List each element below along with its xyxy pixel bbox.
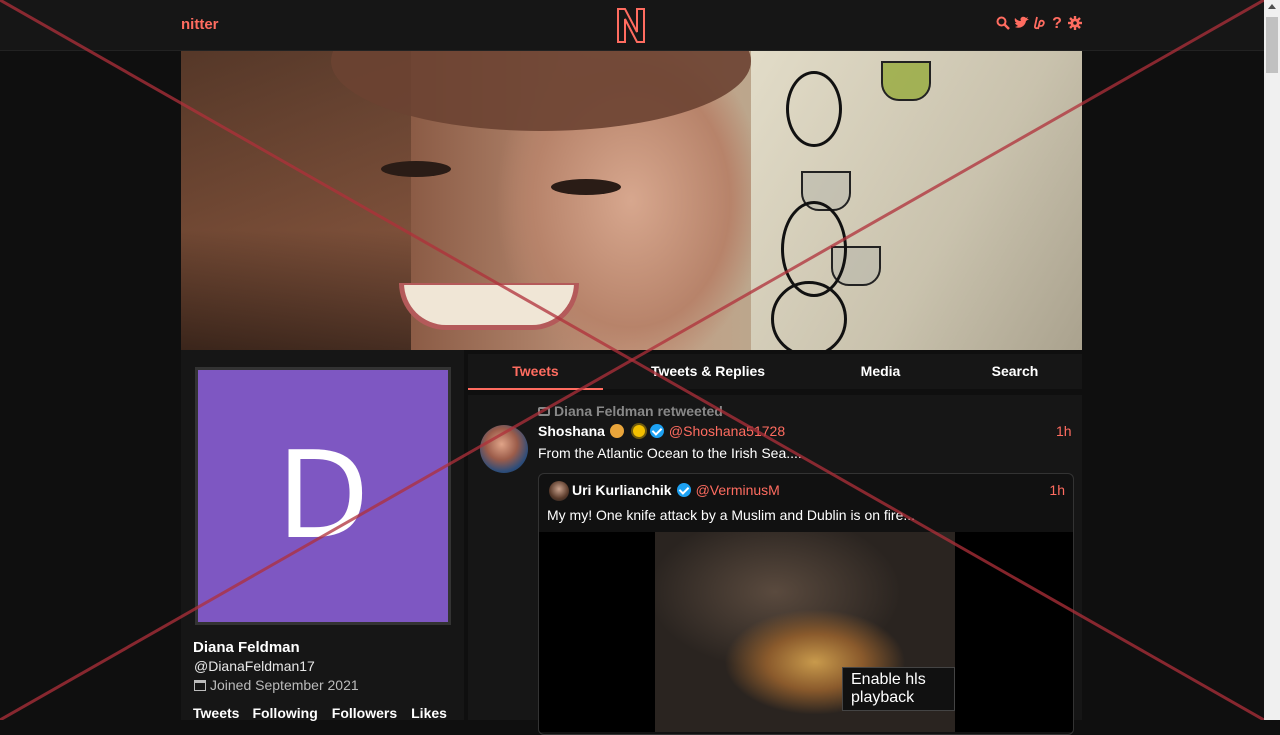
profile-banner[interactable]: [181, 51, 1082, 350]
scrollbar[interactable]: [1264, 0, 1280, 720]
sun-emoji-icon: [632, 425, 645, 437]
profile-fullname[interactable]: Diana Feldman: [193, 639, 300, 656]
profile-joined: Joined September 2021: [194, 677, 359, 693]
search-icon[interactable]: [996, 16, 1010, 32]
scroll-thumb[interactable]: [1266, 17, 1278, 73]
navbar: nitter ?: [0, 0, 1264, 51]
profile-joined-text: Joined September 2021: [210, 677, 359, 693]
profile-username[interactable]: @DianaFeldman17: [194, 658, 315, 674]
quote-tweet[interactable]: Uri Kurlianchik @VerminusM 1h My my! One…: [538, 473, 1074, 735]
retweet-header-text[interactable]: Diana Feldman retweeted: [554, 403, 723, 419]
scroll-up-arrow-icon[interactable]: [1268, 4, 1276, 9]
stat-followers[interactable]: Followers: [332, 705, 397, 721]
stat-tweets[interactable]: Tweets: [193, 705, 239, 721]
tab-media[interactable]: Media: [813, 354, 948, 388]
quote-text: My my! One knife attack by a Muslim and …: [547, 507, 916, 523]
tweet-header: Shoshana @Shoshana51728: [538, 423, 785, 439]
video-thumbnail[interactable]: Enable hls playback: [655, 532, 955, 732]
brand-link[interactable]: nitter: [181, 16, 219, 33]
quote-header: Uri Kurlianchik @VerminusM: [572, 482, 780, 498]
stat-following[interactable]: Following: [252, 705, 317, 721]
timeline-tabs: Tweets Tweets & Replies Media Search: [468, 354, 1082, 390]
quote-avatar[interactable]: [549, 481, 569, 501]
retweet-icon: [538, 406, 550, 416]
nav-icons: ?: [996, 16, 1082, 32]
tweet-date[interactable]: 1h: [1056, 423, 1072, 439]
quote-fullname[interactable]: Uri Kurlianchik: [572, 482, 672, 498]
tweet-handle[interactable]: @Shoshana51728: [669, 423, 785, 439]
profile-avatar[interactable]: D: [195, 367, 451, 625]
profile-stats: Tweets Following Followers Likes: [193, 705, 447, 721]
verified-icon: [649, 424, 664, 438]
enable-hls-button[interactable]: Enable hls playback: [842, 667, 955, 711]
quote-handle[interactable]: @VerminusM: [696, 482, 780, 498]
help-icon[interactable]: ?: [1050, 16, 1064, 32]
verified-icon: [676, 483, 691, 497]
quote-date[interactable]: 1h: [1049, 482, 1065, 498]
calendar-icon: [194, 679, 206, 691]
quote-media: Enable hls playback: [539, 532, 1073, 732]
gear-icon[interactable]: [1068, 16, 1082, 32]
retweet-header: Diana Feldman retweeted: [538, 403, 723, 419]
tab-search[interactable]: Search: [948, 354, 1082, 388]
tab-tweets[interactable]: Tweets: [468, 354, 603, 390]
twitter-icon[interactable]: [1014, 16, 1029, 32]
tweet-fullname[interactable]: Shoshana: [538, 423, 605, 439]
liberapay-icon[interactable]: [1032, 16, 1046, 32]
tweet-avatar[interactable]: [480, 425, 528, 473]
tweet-text: From the Atlantic Ocean to the Irish Sea…: [538, 445, 802, 461]
nitter-logo[interactable]: [614, 6, 648, 44]
stat-likes[interactable]: Likes: [411, 705, 447, 721]
tab-tweets-replies[interactable]: Tweets & Replies: [603, 354, 813, 388]
lion-emoji-icon: [609, 424, 624, 438]
